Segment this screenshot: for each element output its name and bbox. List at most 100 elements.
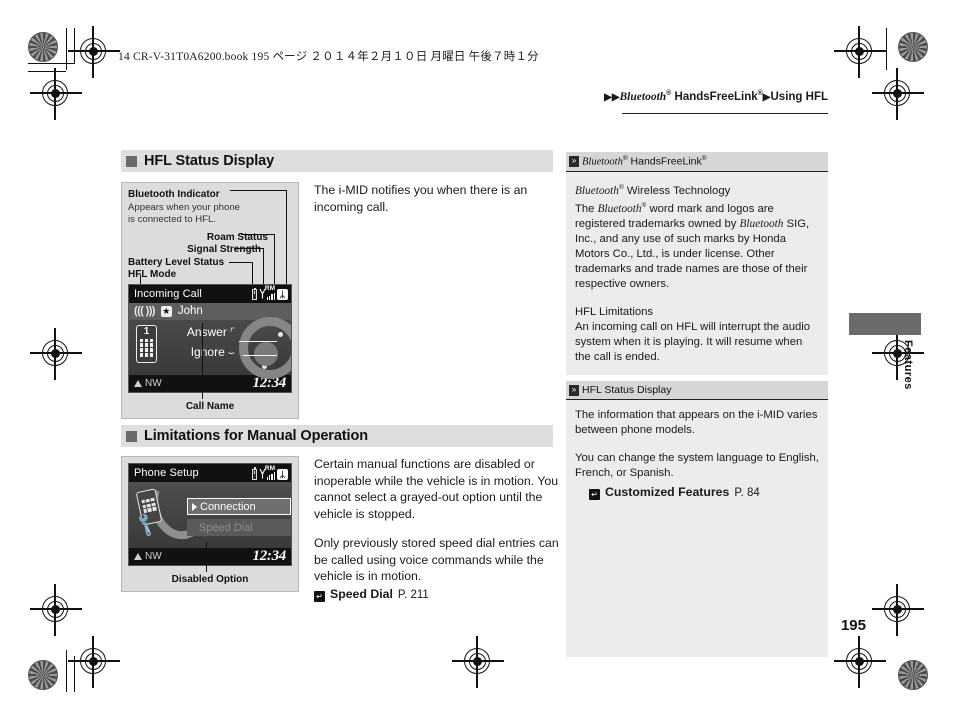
crop-line-top-horizontal [28,63,74,65]
battery-icon [252,287,257,300]
clock-label-2: 12:34 [252,548,287,564]
compass-arrow-icon-2 [134,553,142,560]
imid-screen-body: ((( ))) ★ John 1 Answer ⌜ Ignore ⌣ [129,302,291,379]
option-answer-label: Answer [186,324,227,339]
phone-line-number-label: 1 [143,325,150,337]
section-side-tab-label: Features [902,340,914,390]
reference-label: Speed Dial [330,586,393,601]
crop-line-bottom-left-vertical [66,650,68,692]
reference-arrow-icon-2: ↵ [589,489,600,501]
imid-title-bar: Incoming Call RM ᛦ [129,284,291,303]
callout-bluetooth-indicator-desc-2: is connected to HFL. [128,214,216,225]
antenna-icon-2 [259,468,266,478]
note-chevron-icon-2: » [569,384,579,396]
reference-arrow-icon: ↵ [314,591,325,603]
option-ignore[interactable]: Ignore ⌣ [191,345,235,360]
menu-item-connection[interactable]: Connection [187,498,291,515]
leader-line-disabled-option-v [206,542,208,572]
steering-wheel-button-icon-3 [262,363,267,369]
section-2-body-text: Certain manual functions are disabled or… [314,456,559,603]
antenna-icon [259,288,266,299]
registration-mark-left-upper [30,68,82,120]
leader-line-battery [229,262,253,264]
bluetooth-icon-2: ᛦ [277,468,288,480]
note-1-paragraph-1: The Bluetooth® word mark and logos are r… [575,202,810,291]
crop-line-left-vertical-inner [74,28,76,64]
phone-setup-body: 🔧 Connection Speed Dial [129,464,291,548]
phone-keypad-icon: 1 [136,324,157,363]
callout-bluetooth-indicator-desc-1: Appears when your phone [128,201,241,213]
caller-name-label: John [177,305,203,317]
registration-mark-top-right [834,26,886,78]
signal-bars-icon [266,292,275,300]
note-2-paragraph-2: You can change the system language to En… [575,452,819,480]
leader-line-signal [234,248,264,250]
registration-mark-bottom-left [68,636,120,688]
crop-line-right-vertical [886,28,888,70]
breadcrumb: ▶▶Bluetooth® HandsFreeLink®▶Using HFL [604,90,828,103]
phone-setup-status-icons: RM ᛦ [252,464,288,480]
roam-status-icon: RM [264,285,275,292]
phone-setup-title-bar: Phone Setup RM ᛦ [129,464,291,482]
note-body-bluetooth: Bluetooth® Wireless Technology The Bluet… [566,170,828,376]
reference-page: P. 211 [397,588,429,601]
compass-direction-label-2: NW [145,551,162,562]
crop-line-top-horizontal-inner [28,71,66,73]
registration-mark-bottom-right [834,636,886,688]
breadcrumb-arrow-icon-2: ▶ [762,91,771,103]
answer-arrow-icon: ⌜ [229,326,235,339]
color-calibration-blob-top-right [898,32,928,62]
menu-item-speed-dial: Speed Dial [187,519,291,536]
crop-line-bottom-left-vertical-inner [74,656,76,692]
color-calibration-blob-bottom-left [28,660,58,690]
leader-line-bluetooth-v [286,190,288,286]
page-number: 195 [840,617,866,634]
reference-label-2: Customized Features [605,485,730,500]
section-1-paragraph: The i-MID notifies you when there is an … [314,183,528,214]
reference-speed-dial[interactable]: ↵ Speed Dial P. 211 [314,586,559,604]
note-1-paragraph-2: An incoming call on HFL will interrupt t… [575,321,811,364]
option-answer[interactable]: Answer ⌜ [187,325,235,339]
compass-indicator: NW [134,378,162,389]
compass-direction-label: NW [145,377,162,389]
battery-icon-2 [252,467,257,480]
figure-1-caption-wrap: Call Name [122,322,298,418]
callout-battery-level-status: Battery Level Status [128,256,225,268]
section-2-paragraph-2: Only previously stored speed dial entrie… [314,536,559,583]
color-calibration-blob-top-left [28,32,58,62]
roam-status-icon-2: RM [264,464,275,472]
imid-title-label: Incoming Call [134,287,202,300]
section-heading-label: HFL Status Display [144,153,275,169]
note-1-heading-1: Bluetooth® Wireless Technology [575,183,731,197]
breadcrumb-segment-bluetooth: Bluetooth [619,90,667,103]
reference-page-2: P. 84 [734,487,760,500]
section-heading-hfl-status-display: HFL Status Display [121,150,553,172]
leader-line-roam-v [274,234,276,286]
signal-bars-icon-2 [266,472,275,480]
bluetooth-icon: ᛦ [277,289,288,300]
option-ignore-leader [243,354,277,356]
note-tab-label-2: HFL Status Display [582,384,672,397]
reference-customized-features[interactable]: ↵ Customized Features P. 84 [589,485,819,501]
signal-strength-icon-2: RM [259,464,275,480]
note-2-paragraph-1: The information that appears on the i-MI… [575,409,818,437]
steering-wheel-button-icon-1 [278,331,283,337]
section-bullet-icon-2 [126,430,137,442]
compass-indicator-2: NW [134,551,162,562]
breadcrumb-segment-handsfreelink: HandsFreeLink [671,90,758,103]
right-notes-column: » Bluetooth® HandsFreeLink® Bluetooth® W… [566,152,828,658]
callout-signal-strength: Signal Strength [187,244,261,255]
signal-strength-icon: RM [259,285,275,300]
leader-line-roam [241,234,275,236]
option-ignore-label: Ignore [190,344,225,359]
section-1-body-text: The i-MID notifies you when there is an … [314,182,554,215]
star-badge-icon: ★ [160,305,172,317]
menu-item-connection-label: Connection [200,500,256,513]
note-tab-hfl-status-display: » HFL Status Display [566,381,828,400]
breadcrumb-segment-using-hfl: Using HFL [770,90,829,103]
figure-1-caption: Call Name [185,400,235,412]
section-heading-label-2: Limitations for Manual Operation [144,428,368,444]
note-tab-bluetooth-handsfreelink: » Bluetooth® HandsFreeLink® [566,152,828,171]
leader-line-battery-v [252,262,254,286]
left-content-column: HFL Status Display The i-MID notifies yo… [121,150,559,603]
